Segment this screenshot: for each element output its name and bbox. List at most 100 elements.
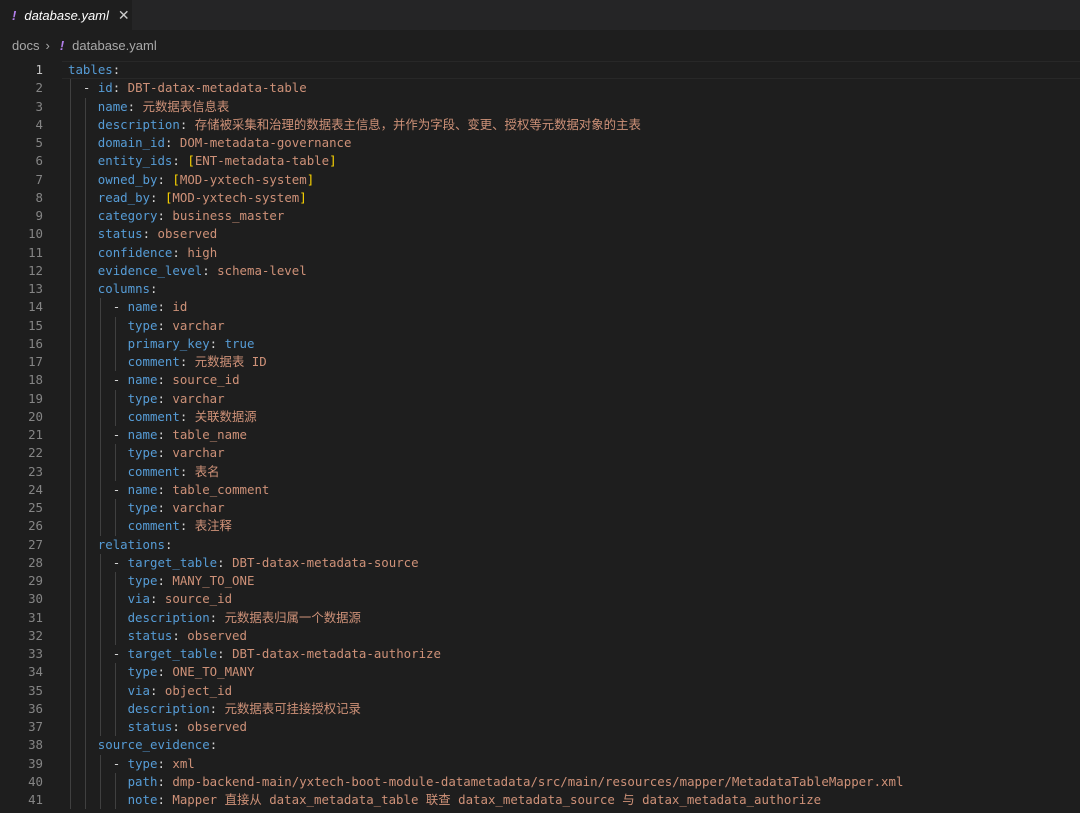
code-line[interactable]: 7 owned_by: [MOD-yxtech-system] [0, 171, 1080, 189]
breadcrumb-folder[interactable]: docs [12, 38, 39, 53]
list-dash: - [112, 646, 128, 661]
colon: : [209, 737, 218, 753]
colon: : [217, 554, 225, 570]
yaml-value: observed [157, 226, 218, 242]
yaml-icon: ! [59, 37, 65, 53]
code-line[interactable]: 4 description: 存储被采集和治理的数据表主信息，并作为字段、变更、授… [0, 116, 1080, 134]
yaml-key: relations [97, 536, 165, 552]
code-line[interactable]: 18 - name: source_id [0, 371, 1080, 389]
code-line[interactable]: 22 type: varchar [0, 444, 1080, 462]
yaml-key: target_table [127, 646, 218, 661]
code-line[interactable]: 15 type: varchar [0, 317, 1080, 335]
line-number: 23 [28, 463, 43, 479]
line-number: 19 [28, 390, 43, 406]
breadcrumb-file[interactable]: database.yaml [72, 38, 157, 53]
code-line[interactable]: 12 evidence_level: schema-level [0, 262, 1080, 280]
yaml-key: status [127, 627, 173, 643]
yaml-value: schema-level [217, 262, 307, 278]
code-line[interactable]: 5 domain_id: DOM-metadata-governance [0, 134, 1080, 152]
line-number: 25 [28, 500, 43, 515]
code-line[interactable]: 34 type: ONE_TO_MANY [0, 663, 1080, 681]
code-line[interactable]: 17 comment: 元数据表 ID [0, 353, 1080, 371]
code-text: status: observed [128, 718, 247, 736]
code-line[interactable]: 26 comment: 表注释 [0, 517, 1080, 535]
code-text: description: 存储被采集和治理的数据表主信息，并作为字段、变更、授权… [98, 116, 641, 134]
code-line[interactable]: 29 type: MANY_TO_ONE [0, 572, 1080, 590]
colon: : [157, 792, 165, 807]
line-number: 24 [28, 481, 43, 497]
code-line[interactable]: 9 category: business_master [0, 207, 1080, 225]
yaml-value: id [172, 299, 188, 315]
code-line[interactable]: 25 type: varchar [0, 499, 1080, 517]
code-line[interactable]: 11 confidence: high [0, 244, 1080, 262]
code-text: - target_table: DBT-datax-metadata-sourc… [113, 554, 419, 572]
code-line[interactable]: 33 - target_table: DBT-datax-metadata-aut… [0, 645, 1080, 663]
code-line[interactable]: 10 status: observed [0, 225, 1080, 243]
code-line[interactable]: 21 - name: table_name [0, 426, 1080, 444]
yaml-value: DOM-metadata-governance [179, 135, 352, 150]
code-line[interactable]: 38 source_evidence: [0, 736, 1080, 754]
close-icon[interactable]: ✕ [118, 7, 130, 24]
list-dash: - [112, 299, 128, 315]
code-line[interactable]: 39 - type: xml [0, 755, 1080, 773]
code-line[interactable]: 16 primary_key: true [0, 335, 1080, 353]
code-text: path: dmp-backend-main/yxtech-boot-modul… [128, 773, 904, 791]
colon: : [157, 390, 165, 406]
tab-database-yaml[interactable]: ! database.yaml ✕ [0, 0, 132, 30]
yaml-key: name [127, 481, 158, 497]
colon: : [157, 500, 165, 515]
line-number: 33 [28, 646, 43, 661]
line-number: 17 [28, 354, 43, 369]
code-line[interactable]: 37 status: observed [0, 718, 1080, 736]
code-line[interactable]: 32 status: observed [0, 627, 1080, 645]
yaml-value: dmp-backend-main/yxtech-boot-module-data… [172, 773, 904, 789]
code-line[interactable]: 3 name: 元数据表信息表 [0, 98, 1080, 116]
code-line[interactable]: 36 description: 元数据表可挂接授权记录 [0, 700, 1080, 718]
code-line[interactable]: 24 - name: table_comment [0, 481, 1080, 499]
yaml-value: 关联数据源 [194, 408, 257, 424]
code-line[interactable]: 30 via: source_id [0, 590, 1080, 608]
code-line[interactable]: 1 tables: [0, 61, 1080, 79]
yaml-key: id [97, 80, 113, 96]
code-line[interactable]: 35 via: object_id [0, 682, 1080, 700]
breadcrumb: docs › ! database.yaml [0, 30, 1080, 60]
code-line[interactable]: 27 relations: [0, 536, 1080, 554]
code-line[interactable]: 19 type: varchar [0, 390, 1080, 408]
yaml-key: status [97, 226, 143, 242]
code-text: comment: 元数据表 ID [128, 353, 267, 371]
line-number: 9 [35, 208, 43, 223]
yaml-value: 表注释 [194, 518, 232, 534]
code-line[interactable]: 41 note: Mapper 直接从 datax_metadata_table … [0, 791, 1080, 809]
colon: : [217, 646, 225, 661]
code-line[interactable]: 13 columns: [0, 280, 1080, 298]
yaml-key: type [127, 317, 158, 333]
tab-label: database.yaml [24, 7, 109, 23]
yaml-key: tables [68, 62, 113, 77]
line-number: 16 [28, 335, 43, 351]
yaml-key: comment [127, 518, 180, 534]
code-text: - name: table_name [113, 426, 247, 444]
yaml-key: target_table [127, 554, 218, 570]
line-number: 39 [28, 755, 43, 771]
code-line[interactable]: 2 - id: DBT-datax-metadata-table [0, 79, 1080, 97]
code-line[interactable]: 23 comment: 表名 [0, 463, 1080, 481]
code-editor[interactable]: 1 tables: 2- id: DBT-datax-metadata-table 3… [0, 61, 1080, 813]
yaml-key: name [97, 98, 128, 114]
code-text: description: 元数据表可挂接授权记录 [128, 700, 361, 718]
code-line[interactable]: 20 comment: 关联数据源 [0, 408, 1080, 426]
yaml-value: source_id [164, 591, 233, 607]
code-text: tables: [68, 61, 120, 79]
yaml-value: MOD-yxtech-system [179, 171, 307, 187]
code-line[interactable]: 31 description: 元数据表归属一个数据源 [0, 609, 1080, 627]
colon: : [157, 773, 165, 789]
code-line[interactable]: 14 - name: id [0, 298, 1080, 316]
code-line[interactable]: 40 path: dmp-backend-main/yxtech-boot-mod… [0, 773, 1080, 791]
code-line[interactable]: 28 - target_table: DBT-datax-metadata-sou… [0, 554, 1080, 572]
code-line[interactable]: 8 read_by: [MOD-yxtech-system] [0, 189, 1080, 207]
line-number: 21 [28, 427, 43, 442]
code-line[interactable]: 6 entity_ids: [ENT-metadata-table] [0, 152, 1080, 170]
